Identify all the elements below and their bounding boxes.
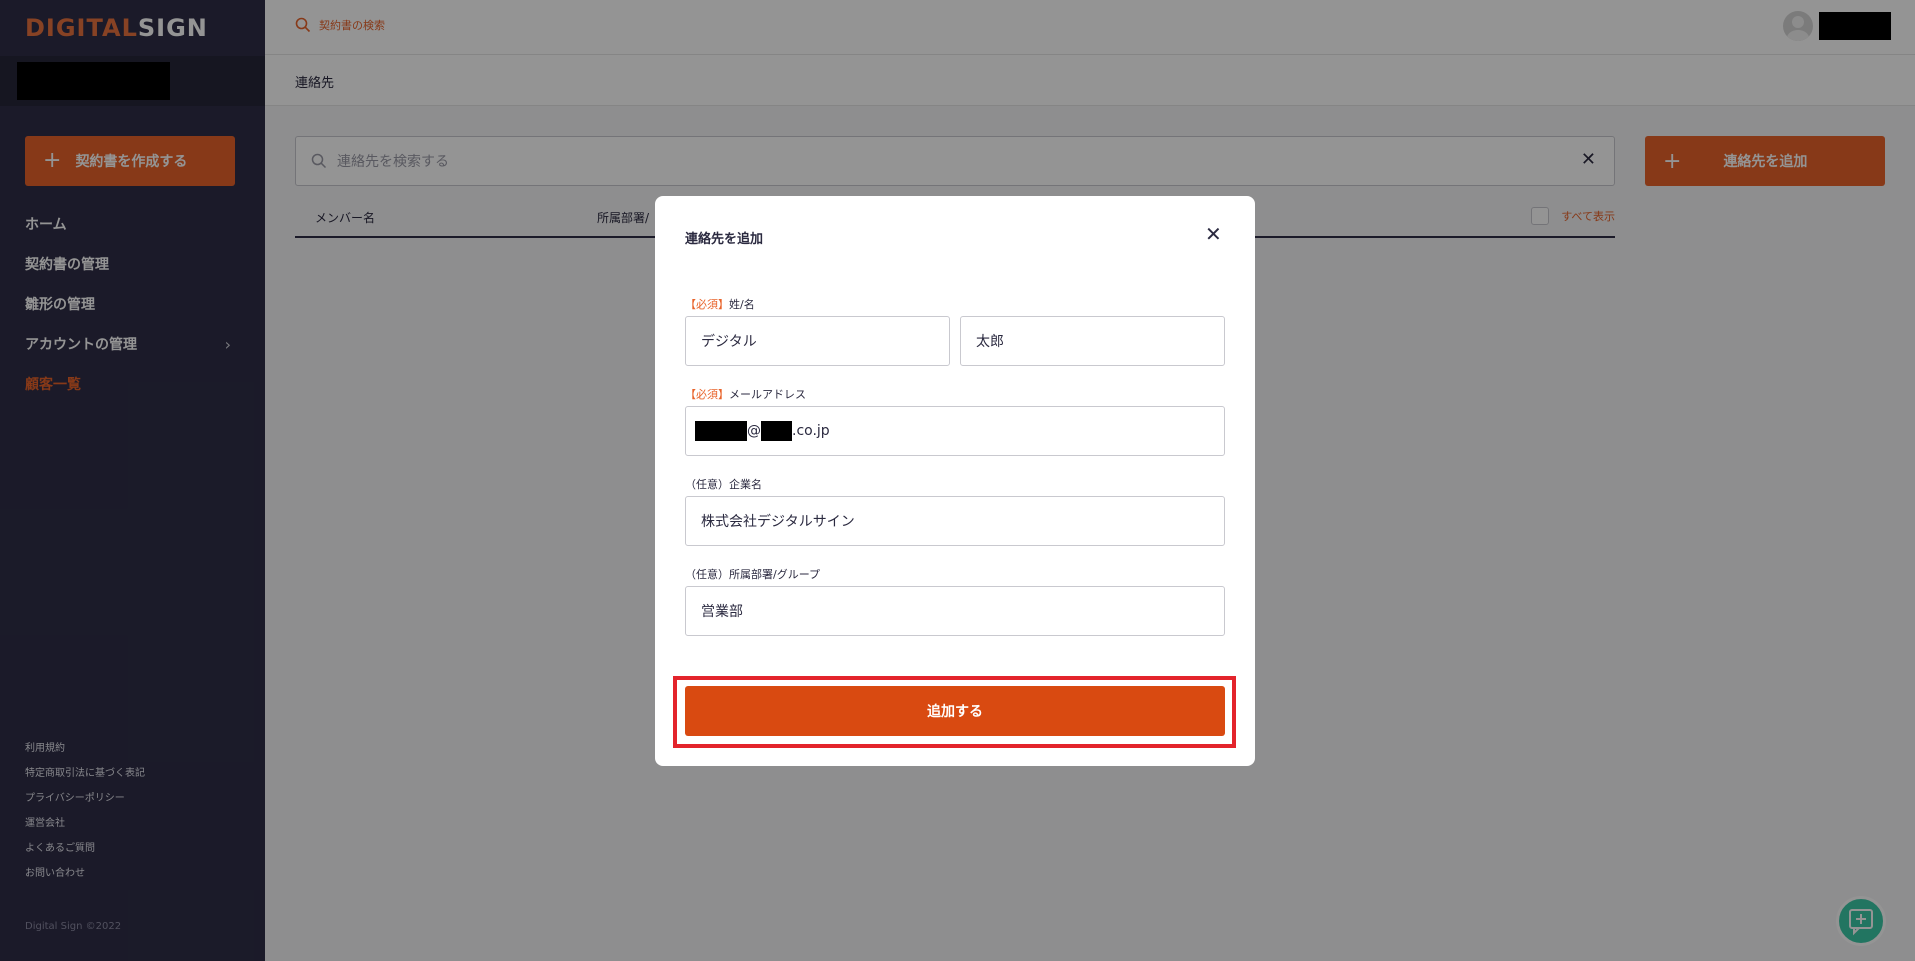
last-name-field[interactable]: デジタル (685, 316, 950, 366)
email-label-text: メールアドレス (729, 388, 806, 401)
close-icon[interactable]: ✕ (1205, 224, 1222, 244)
company-label-text: 企業名 (729, 478, 762, 491)
email-field-label: 【必須】メールアドレス (685, 386, 806, 402)
add-submit-button[interactable]: 追加する (685, 686, 1225, 736)
required-marker: 【必須】 (685, 298, 729, 311)
department-label-text: 所属部署/グループ (729, 568, 821, 581)
company-field[interactable]: 株式会社デジタルサイン (685, 496, 1225, 546)
required-marker: 【必須】 (685, 388, 729, 401)
email-domain-redacted (761, 421, 792, 441)
department-value: 営業部 (701, 604, 743, 620)
company-field-label: （任意）企業名 (685, 476, 762, 492)
department-field[interactable]: 営業部 (685, 586, 1225, 636)
last-name-value: デジタル (701, 334, 757, 350)
add-submit-label: 追加する (927, 704, 983, 720)
optional-marker: （任意） (685, 478, 729, 491)
email-local-redacted (695, 421, 747, 441)
add-contact-modal: 連絡先を追加 ✕ 【必須】姓/名 デジタル 太郎 【必須】メールアドレス @ .c… (655, 196, 1255, 766)
name-field-label: 【必須】姓/名 (685, 296, 755, 312)
department-field-label: （任意）所属部署/グループ (685, 566, 820, 582)
optional-marker: （任意） (685, 568, 729, 581)
modal-title: 連絡先を追加 (685, 232, 764, 247)
first-name-field[interactable]: 太郎 (960, 316, 1225, 366)
email-field[interactable]: @ .co.jp (685, 406, 1225, 456)
company-value: 株式会社デジタルサイン (701, 514, 855, 530)
name-label-text: 姓/名 (729, 298, 755, 311)
email-at-sign: @ (747, 423, 761, 439)
first-name-value: 太郎 (976, 334, 1004, 350)
email-domain-suffix: .co.jp (792, 423, 830, 439)
